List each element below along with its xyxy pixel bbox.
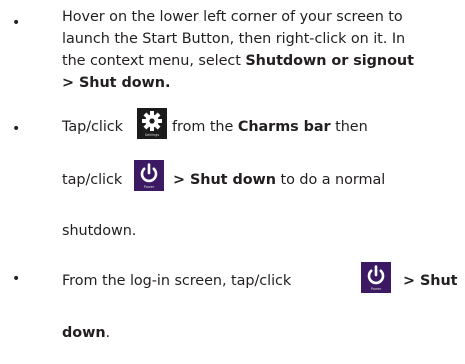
power-caption-2: Power bbox=[370, 287, 382, 291]
item1-line2: launch the Start Button, then right-clic… bbox=[62, 31, 406, 47]
item2-line1-middle: from the bbox=[172, 119, 238, 135]
bullet-2: • bbox=[12, 121, 21, 137]
item2-line1-suffix: then bbox=[330, 119, 368, 135]
item1-line1: Hover on the lower left corner of your s… bbox=[62, 9, 403, 25]
settings-icon: Settings bbox=[137, 108, 167, 139]
bullet-1: • bbox=[12, 15, 21, 31]
item2-line2-prefix: tap/click bbox=[62, 172, 123, 188]
item1-line3-bold: Shutdown or signout bbox=[245, 53, 414, 69]
item1-line3: the context menu, select Shutdown or sig… bbox=[62, 52, 414, 70]
item2-line1-rest: from the Charms bar then bbox=[172, 118, 368, 136]
item2-line1-prefix: Tap/click bbox=[62, 119, 123, 135]
item2-line2-bold: > Shut down bbox=[173, 172, 276, 188]
item2-line3: shutdown. bbox=[62, 223, 137, 239]
item2-line1-bold: Charms bar bbox=[237, 119, 331, 135]
power-icon-tile-1: Power bbox=[134, 160, 164, 191]
item3-line1-rest: > Shut bbox=[403, 272, 458, 290]
item3-line1-prefix: From the log-in screen, tap/click bbox=[62, 273, 292, 289]
item2-line2-suffix: to do a normal bbox=[276, 172, 386, 188]
power-caption-1: Power bbox=[143, 185, 155, 189]
bullet-3: • bbox=[12, 271, 21, 287]
item3-line2: down. bbox=[62, 324, 110, 342]
power-icon-tile-2: Power bbox=[361, 262, 391, 293]
item3-line2-bold: down bbox=[62, 325, 106, 341]
item1-line4-bold: > Shut down. bbox=[62, 75, 171, 91]
item3-line1-bold: > Shut bbox=[403, 273, 458, 289]
item1-line3-text: the context menu, select bbox=[62, 53, 246, 69]
settings-caption: Settings bbox=[144, 133, 160, 137]
item2-line2-rest: > Shut down to do a normal bbox=[173, 171, 385, 189]
item3-line2-suffix: . bbox=[105, 325, 111, 341]
item1-line4: > Shut down. bbox=[62, 74, 170, 92]
